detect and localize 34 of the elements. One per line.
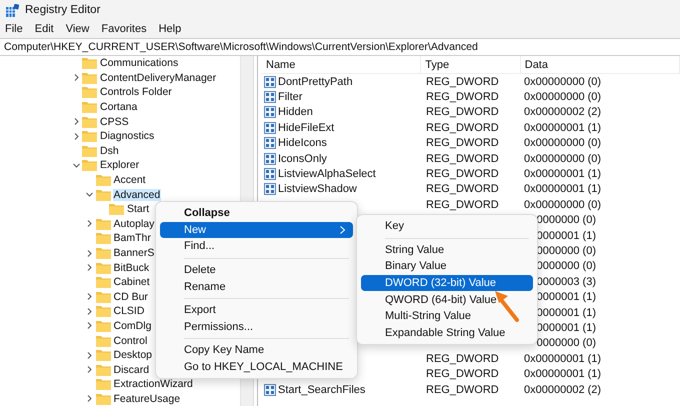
value-data: 0000003 (3) [536, 276, 596, 288]
value-data: 0x00000002 (2) [524, 384, 602, 396]
value-data: 0000000 (0) [536, 337, 596, 350]
value-data: 0x00000000 (0) [524, 91, 602, 104]
value-data: 0x00000001 (1) [524, 122, 602, 134]
value-data: 0x00000002 (2) [524, 106, 602, 118]
value-data: 0x00000001 (1) [524, 352, 602, 365]
value-data: 0x00000001 (1) [524, 368, 602, 380]
value-type: REG_DWORD [426, 76, 499, 88]
value-data: 0x00000000 (0) [524, 198, 602, 211]
value-type: REG_DWORD [426, 198, 499, 211]
value-data: 0x00000001 (1) [524, 168, 602, 180]
window-title: Registry Editor [25, 4, 100, 16]
value-type: REG_DWORD [426, 368, 499, 380]
value-data: 0000001 (1) [536, 322, 596, 334]
value-data: 0x00000000 (0) [524, 76, 602, 88]
value-data: 0x00000001 (1) [524, 183, 602, 196]
value-data: 0000000 (0) [536, 260, 596, 272]
value-data: 0000001 (1) [536, 291, 596, 304]
value-data: 0000001 (1) [536, 306, 596, 319]
value-type: REG_DWORD [426, 122, 499, 134]
value-data: 0000000 (0) [536, 244, 596, 257]
value-type: REG_DWORD [426, 106, 499, 118]
value-data: 0x00000000 (0) [524, 152, 602, 165]
value-data: 0000001 (1) [536, 230, 596, 242]
value-type: REG_DWORD [426, 384, 499, 396]
value-type: REG_DWORD [426, 91, 499, 104]
value-type: REG_DWORD [426, 152, 499, 165]
value-type: REG_DWORD [426, 168, 499, 180]
value-type: REG_DWORD [426, 137, 499, 150]
value-data: 0x00000000 (0) [524, 137, 602, 150]
value-data: 0000000 (0) [536, 214, 596, 226]
value-type: REG_DWORD [426, 352, 499, 365]
value-type: REG_DWORD [426, 183, 499, 196]
